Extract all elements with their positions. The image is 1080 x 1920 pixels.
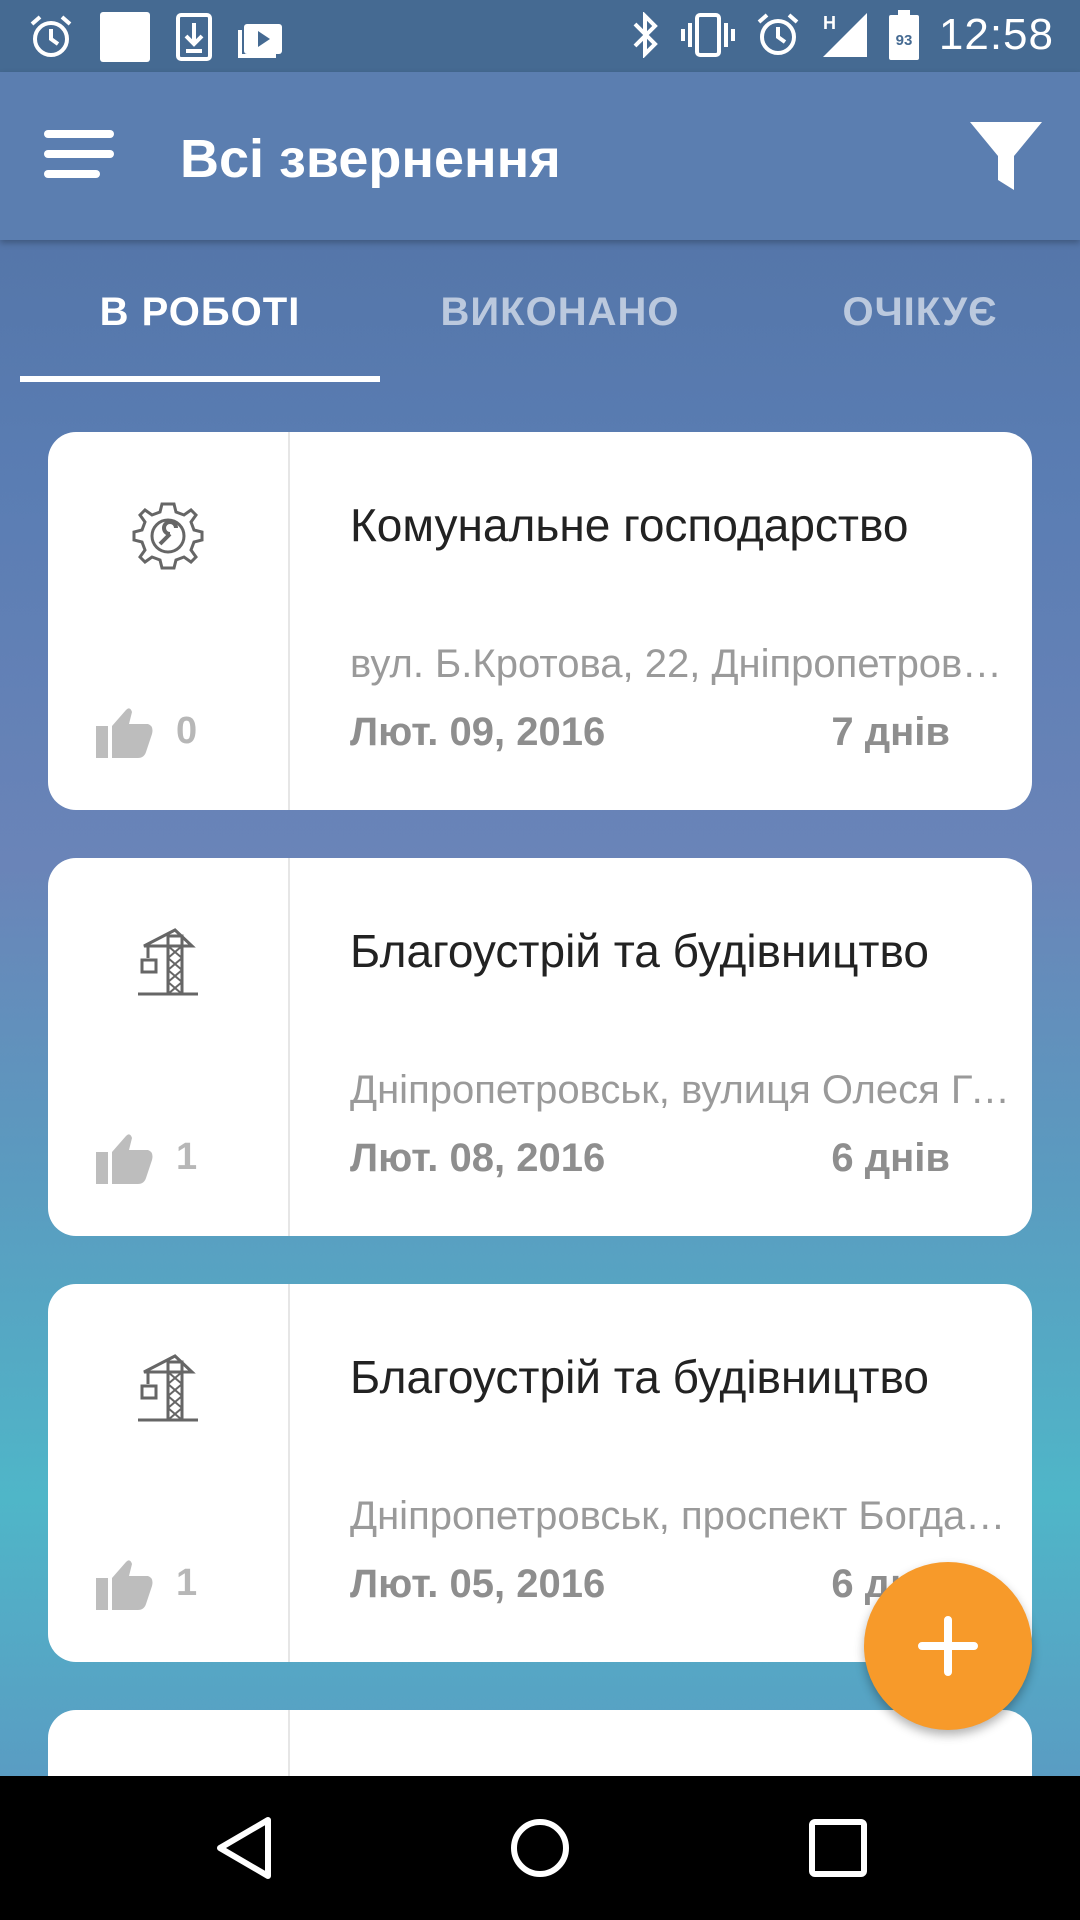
card-address: Дніпропетровськ, вулиця Олеся Гончара xyxy=(350,1068,1010,1112)
crane-icon xyxy=(138,928,198,996)
card-date: Лют. 08, 2016 xyxy=(350,1136,606,1180)
network-type-label: H xyxy=(823,13,836,33)
back-icon[interactable] xyxy=(210,1812,282,1884)
tab-pending[interactable]: ОЧІКУЄ xyxy=(740,240,1080,384)
card-days: 6 днів xyxy=(831,1136,950,1180)
card-address: Дніпропетровськ, проспект Богдана Хмельн… xyxy=(350,1494,1010,1538)
thumbs-up-icon xyxy=(96,1560,153,1610)
status-left-icons xyxy=(28,12,284,62)
home-icon[interactable] xyxy=(504,1812,576,1884)
recents-icon[interactable] xyxy=(804,1814,872,1882)
filter-icon[interactable] xyxy=(968,118,1044,194)
alarm-icon xyxy=(757,13,799,55)
square-notification-icon xyxy=(100,12,150,62)
battery-icon: 93 xyxy=(888,10,919,60)
status-right-icons: H 93 12:58 xyxy=(631,10,1054,60)
plus-icon xyxy=(918,1616,978,1676)
media-icon xyxy=(238,24,282,58)
signal-icon: H xyxy=(822,13,867,57)
bluetooth-icon xyxy=(633,12,658,58)
card-date: Лют. 05, 2016 xyxy=(350,1562,606,1606)
card-left-panel: 1 xyxy=(48,1284,290,1662)
like-count: 1 xyxy=(176,1561,198,1604)
likes[interactable]: 0 xyxy=(96,704,197,758)
app-bar: Всі звернення xyxy=(0,72,1080,240)
like-count: 0 xyxy=(176,709,198,752)
appeal-card[interactable]: 1 Благоустрій та будівництво Дніпропетро… xyxy=(48,858,1032,1236)
battery-level: 93 xyxy=(896,32,913,49)
tab-in-progress[interactable]: В РОБОТІ xyxy=(20,240,380,384)
card-category: Комунальне господарство xyxy=(350,499,909,551)
card-left-panel: 0 xyxy=(48,432,290,810)
thumbs-up-icon xyxy=(96,1134,153,1184)
likes[interactable]: 1 xyxy=(96,1130,197,1184)
card-days: 7 днів xyxy=(831,710,950,754)
tab-completed[interactable]: ВИКОНАНО xyxy=(380,240,740,384)
tab-indicator xyxy=(20,376,380,382)
hamburger-menu-icon[interactable] xyxy=(44,130,120,186)
card-address: вул. Б.Кротова, 22, Дніпропетровськ xyxy=(350,642,1010,686)
card-body: Комунальне господарство вул. Б.Кротова, … xyxy=(350,432,1010,810)
vibrate-icon xyxy=(680,13,735,57)
add-appeal-button[interactable] xyxy=(864,1562,1032,1730)
card-body: Благоустрій та будівництво Дніпропетровс… xyxy=(350,858,1010,1236)
gear-wrench-icon xyxy=(132,502,204,570)
thumbs-up-icon xyxy=(96,708,153,758)
card-date: Лют. 09, 2016 xyxy=(350,710,606,754)
card-left-panel: 1 xyxy=(48,858,290,1236)
likes[interactable]: 1 xyxy=(96,1556,197,1610)
crane-icon xyxy=(138,1354,198,1422)
page-title: Всі звернення xyxy=(180,129,561,189)
alarm-icon xyxy=(30,15,72,57)
tab-bar: В РОБОТІ ВИКОНАНО ОЧІКУЄ xyxy=(0,240,1080,384)
appeal-card[interactable]: 0 Комунальне господарство вул. Б.Кротова… xyxy=(48,432,1032,810)
card-category: Благоустрій та будівництво xyxy=(350,1351,929,1403)
download-icon xyxy=(176,13,212,61)
like-count: 1 xyxy=(176,1135,198,1178)
status-bar: H 93 12:58 xyxy=(0,0,1080,72)
card-category: Благоустрій та будівництво xyxy=(350,925,929,977)
status-time: 12:58 xyxy=(938,10,1054,59)
system-nav-bar xyxy=(0,1776,1080,1920)
